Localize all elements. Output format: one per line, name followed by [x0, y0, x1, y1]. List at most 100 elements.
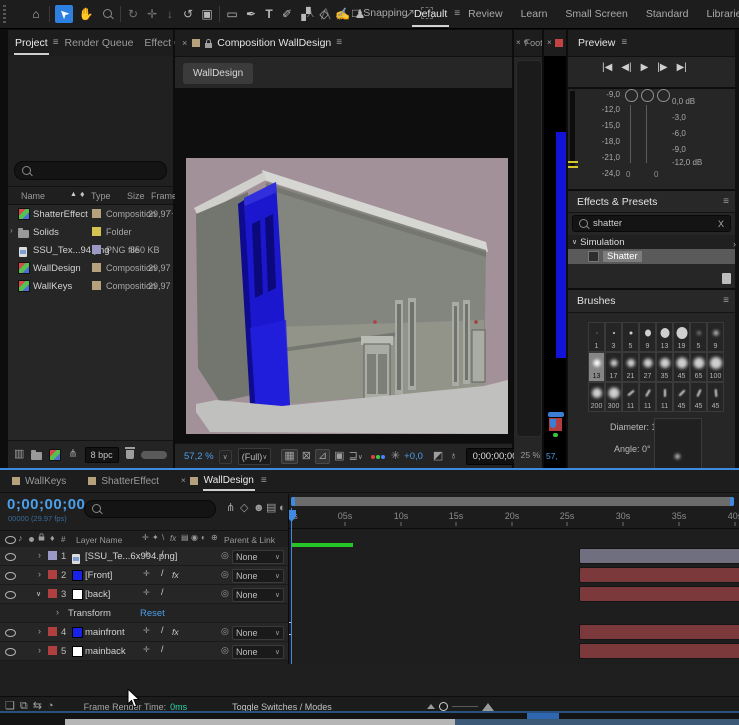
label-column-icon[interactable]: ♦ [80, 190, 85, 199]
adjustment-switch-icon[interactable]: ◐ [201, 534, 206, 542]
project-flowchart-icon[interactable]: ⋔ [68, 449, 77, 460]
frame-blending-icon[interactable]: ▤ [266, 503, 276, 514]
quality-icon[interactable]: / [161, 550, 164, 559]
layer-label-swatch[interactable] [48, 627, 57, 636]
label-column-icon[interactable]: ♦ [50, 534, 55, 543]
brushes-panel-menu-icon[interactable]: ≡ [723, 296, 729, 306]
parent-dropdown[interactable]: None ∨ [232, 645, 284, 659]
project-row-wallkeys[interactable]: WallKeys Composition 29,97 [8, 277, 173, 295]
view-layout-icon[interactable]: ⊒∨ [349, 451, 363, 462]
anchor-switch-icon[interactable]: ✛ [143, 646, 150, 654]
pickwhip-icon[interactable]: ◎ [221, 627, 229, 636]
parent-dropdown[interactable]: None ∨ [232, 569, 284, 583]
pickwhip-icon[interactable]: ◎ [221, 589, 229, 598]
work-area-bar[interactable] [291, 497, 734, 506]
pan-camera-tool-icon[interactable]: ✛ [145, 7, 159, 21]
brush-preset[interactable]: 3 [605, 322, 622, 352]
effects-search-value[interactable]: shatter [593, 218, 718, 229]
brush-preset[interactable]: 11 [639, 382, 656, 412]
work-area-start-handle[interactable] [291, 497, 295, 506]
audio-knob-left[interactable] [625, 89, 638, 102]
panel-scrollbar[interactable] [140, 450, 167, 459]
expander-icon[interactable]: › [38, 627, 41, 636]
layer-label-swatch[interactable] [48, 570, 57, 579]
layer-bar-5[interactable] [579, 643, 739, 659]
work-area-end-handle[interactable] [730, 497, 734, 506]
brush-preset[interactable]: 45 [673, 352, 690, 382]
close-tab-icon[interactable]: × [547, 39, 552, 47]
expander-icon[interactable]: › [38, 570, 41, 579]
exposure-icon[interactable]: ✳ [391, 451, 400, 462]
tab-preview[interactable]: Preview [578, 37, 615, 49]
workspace-tab-review[interactable]: Review [468, 8, 502, 20]
timeline-menu-icon[interactable]: ≡ [261, 476, 267, 486]
close-tab-icon[interactable]: × [181, 477, 186, 485]
brush-preset[interactable]: 45 [690, 382, 707, 412]
close-tab-icon[interactable]: × [516, 39, 521, 47]
fast-previews-icon[interactable]: ♁ [449, 451, 457, 462]
footage-zoom-value[interactable]: 25 % [514, 450, 541, 460]
project-row-png[interactable]: SSU_Tex...94.png PNG file 850 KB [8, 241, 173, 259]
bit-depth-button[interactable]: 8 bpc [84, 446, 119, 463]
comp-zoom-value[interactable]: 57,2 % [184, 451, 214, 462]
comp-panel-menu-icon[interactable]: ≡ [336, 38, 342, 48]
column-name[interactable]: Name [21, 191, 45, 201]
clear-search-icon[interactable]: X [718, 219, 724, 229]
fx-badge[interactable]: fx [172, 627, 179, 637]
hide-shy-layers-icon[interactable]: ☻ [253, 503, 265, 514]
brush-preset[interactable]: 5 [690, 322, 707, 352]
brush-preset-selected[interactable]: 13 [588, 352, 605, 382]
fx-badge[interactable]: fx [172, 570, 179, 580]
frame-blend-switch-icon[interactable]: ▤ [181, 534, 189, 542]
quality-icon[interactable]: / [161, 569, 164, 578]
brush-preset[interactable]: 11 [656, 382, 673, 412]
layer-bar-4[interactable] [579, 624, 739, 640]
first-frame-icon[interactable]: |◀ [602, 62, 612, 73]
lock-column-icon[interactable] [38, 533, 45, 541]
comp-viewport[interactable] [175, 88, 512, 443]
parent-dropdown[interactable]: None ∨ [232, 588, 284, 602]
tab-composition-walldesign[interactable]: Composition WallDesign [217, 37, 331, 49]
rectangle-tool-icon[interactable]: ▭ [225, 7, 239, 21]
timeline-tab-wallkeys[interactable]: WallKeys [25, 476, 66, 487]
quality-icon[interactable]: / [161, 626, 164, 635]
type-tool-icon[interactable]: T [263, 7, 275, 21]
rotation-tool-icon[interactable]: ↺ [181, 7, 195, 21]
timeline-search[interactable] [84, 500, 216, 518]
layer-name[interactable]: mainback [85, 646, 126, 657]
new-folder-icon[interactable] [31, 449, 43, 460]
timeline-tab-shattereffect[interactable]: ShatterEffect [101, 476, 159, 487]
layer-row-2[interactable]: › 2 [Front] ✛ / fx ◎ None ∨ [0, 566, 288, 585]
snapshot-camera-icon[interactable]: ◩ [433, 451, 443, 462]
brush-preset[interactable]: 9 [639, 322, 656, 352]
layer-bar-2[interactable] [579, 567, 739, 583]
effects-search[interactable]: shatter X [572, 215, 731, 232]
zoom-dropdown-icon[interactable]: ∨ [218, 449, 232, 464]
zoom-slider-track[interactable] [451, 706, 478, 707]
workspace-tab-learn[interactable]: Learn [521, 8, 548, 20]
last-frame-icon[interactable]: ▶| [677, 62, 687, 73]
workspace-tab-standard[interactable]: Standard [646, 8, 689, 20]
eye-icon[interactable] [5, 591, 16, 599]
close-tab-icon[interactable]: × [182, 38, 187, 48]
anchor-switch-icon[interactable]: ✛ [142, 534, 149, 542]
eye-icon[interactable] [5, 553, 16, 561]
brush-preset[interactable]: 13 [656, 322, 673, 352]
channel-icon[interactable] [370, 454, 385, 459]
eye-icon[interactable] [5, 629, 16, 637]
pen-tool-icon[interactable]: ✒ [244, 7, 258, 21]
fx-switch-icon[interactable]: fx [170, 534, 176, 543]
next-frame-icon[interactable]: |▶ [657, 62, 667, 73]
toggle-switches-button[interactable]: Toggle Switches / Modes [232, 702, 332, 712]
layer-name[interactable]: [Front] [85, 570, 112, 581]
playhead-line[interactable] [291, 508, 292, 664]
brush-preset[interactable]: 27 [639, 352, 656, 382]
timeline-timecode[interactable]: 0;00;00;00 [7, 496, 85, 513]
snapping-checkbox-icon[interactable]: □ [352, 6, 359, 20]
layer-row-5[interactable]: › 5 mainback ✛ / ◎ None ∨ [0, 642, 288, 661]
layer-bar-3[interactable] [579, 586, 739, 602]
expander-open-icon[interactable]: ∨ [36, 590, 41, 598]
layer-label-swatch[interactable] [48, 589, 57, 598]
expander-icon[interactable]: › [56, 608, 59, 617]
brush-preset[interactable]: 300 [605, 382, 622, 412]
